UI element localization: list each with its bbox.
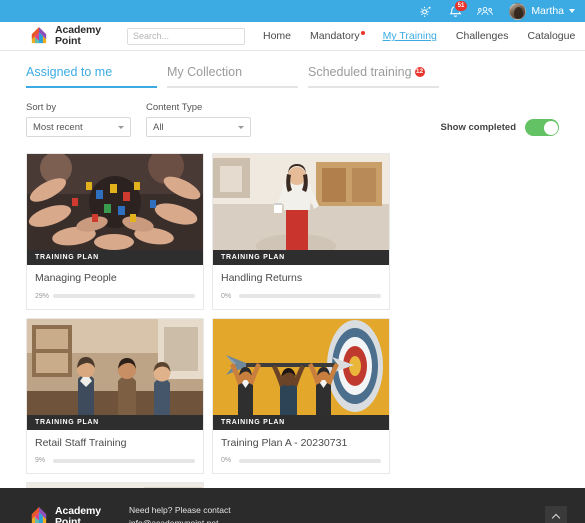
card-thumbnail-woman-coffee	[213, 154, 389, 250]
card-thumbnail-hands-lego	[27, 154, 203, 250]
card-type-label: TRAINING PLAN	[27, 414, 203, 430]
content-type-label: Content Type	[146, 102, 203, 113]
user-name: Martha	[531, 5, 564, 17]
training-card[interactable]: TRAINING PLAN Managing People 29%	[26, 153, 204, 310]
card-progress-track	[239, 458, 381, 463]
card-type-label: TRAINING PLAN	[213, 250, 389, 265]
sort-by-select[interactable]: Most recent	[26, 117, 131, 137]
tab-spacer	[157, 65, 167, 88]
content-type-group: Content Type All	[146, 102, 251, 137]
content-type-value: All	[153, 121, 164, 133]
brand-logo[interactable]: Academy Point	[28, 25, 101, 46]
tab-spacer	[298, 65, 308, 88]
show-completed-toggle[interactable]	[525, 119, 559, 136]
card-progress-percent: 0%	[221, 292, 232, 300]
card-body: Handling Returns 0%	[213, 265, 389, 309]
tab-scheduled-training-label: Scheduled training	[308, 65, 412, 79]
academy-point-logo-icon	[31, 26, 47, 43]
card-title: Training Plan A - 20230731	[221, 436, 348, 449]
footer-help-email[interactable]: info@academypoint.net	[129, 517, 231, 523]
toggle-knob	[543, 120, 558, 135]
show-completed-group: Show completed	[441, 119, 559, 137]
chevron-down-icon	[569, 9, 575, 13]
notification-count-badge: 51	[453, 0, 469, 12]
card-title: Managing People	[35, 272, 117, 284]
show-completed-label: Show completed	[440, 122, 516, 133]
training-card[interactable]: TRAINING PLAN Handling Returns 0%	[212, 153, 390, 310]
filters-row: Sort by Most recent Content Type All Sho…	[26, 102, 559, 137]
brand-name: Academy Point	[55, 25, 101, 46]
main-content: Assigned to me My Collection Scheduled t…	[0, 51, 585, 523]
footer-brand-line-1: Academy	[55, 504, 101, 517]
footer-brand-name: Academy Point	[55, 506, 101, 523]
training-card[interactable]: TRAINING PLAN Retail Staff Training 9%	[26, 317, 204, 475]
sort-by-label: Sort by	[26, 102, 57, 113]
brand-line-2: Point	[55, 35, 81, 47]
main-navbar: Academy Point Home Mandatory My Training…	[0, 22, 585, 51]
notifications-bell-icon[interactable]: 51	[447, 0, 469, 19]
footer-help-line-1: Need help? Please contact	[129, 504, 231, 515]
training-tabs: Assigned to me My Collection Scheduled t…	[26, 51, 559, 88]
scroll-to-top-button[interactable]	[545, 505, 567, 523]
card-thumbnail-target-arrow	[213, 318, 389, 415]
nav-item-mandatory-label: Mandatory	[310, 30, 360, 42]
avatar	[509, 2, 527, 20]
card-type-label: TRAINING PLAN	[27, 250, 203, 265]
card-progress: 29%	[35, 293, 195, 300]
card-progress-track	[239, 294, 381, 299]
nav-item-mandatory[interactable]: Mandatory	[310, 30, 365, 42]
academy-point-logo-icon	[31, 507, 47, 523]
mandatory-alert-dot-icon	[360, 31, 365, 35]
sort-by-group: Sort by Most recent	[26, 102, 131, 137]
card-progress: 9%	[35, 457, 195, 464]
people-group-icon[interactable]	[477, 3, 494, 19]
card-progress-percent: 29%	[35, 292, 50, 300]
footer-contact: Need help? Please contact info@academypo…	[129, 504, 231, 523]
card-body: Retail Staff Training 9%	[27, 430, 203, 474]
chevron-down-icon	[238, 125, 244, 129]
nav-links: Home Mandatory My Training Challenges Ca…	[263, 30, 585, 42]
user-menu[interactable]: Martha	[509, 2, 575, 20]
scheduled-training-count-badge: 12	[414, 67, 425, 77]
chevron-up-icon	[551, 513, 561, 523]
settings-gear-icon[interactable]	[417, 3, 433, 19]
content-type-select[interactable]: All	[146, 117, 251, 137]
nav-item-challenges[interactable]: Challenges	[456, 30, 509, 42]
tab-my-collection[interactable]: My Collection	[167, 65, 298, 88]
nav-item-my-training[interactable]: My Training	[383, 30, 437, 42]
card-body: Training Plan A - 20230731 0%	[213, 430, 389, 474]
card-progress: 0%	[221, 457, 381, 464]
card-title: Handling Returns	[221, 272, 303, 284]
card-progress-track	[53, 458, 195, 463]
chevron-down-icon	[118, 125, 124, 129]
top-utility-bar: 51 Martha	[0, 0, 585, 22]
card-progress-percent: 9%	[35, 457, 46, 465]
card-thumbnail-retail-staff	[27, 318, 203, 415]
card-title: Retail Staff Training	[35, 436, 127, 449]
tab-scheduled-training[interactable]: Scheduled training 12	[308, 65, 439, 88]
footer-brand-logo[interactable]: Academy Point	[28, 506, 101, 523]
card-progress: 0%	[221, 293, 381, 300]
nav-item-catalogue[interactable]: Catalogue	[527, 30, 575, 42]
tab-assigned-to-me[interactable]: Assigned to me	[26, 65, 157, 88]
card-body: Managing People 29%	[27, 265, 203, 309]
training-card-grid: TRAINING PLAN Managing People 29% TRAINI…	[26, 153, 559, 523]
card-progress-percent: 0%	[221, 457, 232, 465]
search-input[interactable]	[133, 31, 250, 41]
card-progress-track	[53, 294, 195, 299]
training-card[interactable]: TRAINING PLAN Training Plan A - 20230731…	[212, 317, 390, 475]
card-type-label: TRAINING PLAN	[213, 414, 389, 430]
nav-item-home[interactable]: Home	[263, 30, 291, 42]
footer-brand-line-2: Point	[55, 515, 81, 523]
sort-by-value: Most recent	[33, 121, 83, 133]
page-footer: Academy Point Need help? Please contact …	[0, 488, 585, 523]
search-box[interactable]	[127, 27, 250, 45]
